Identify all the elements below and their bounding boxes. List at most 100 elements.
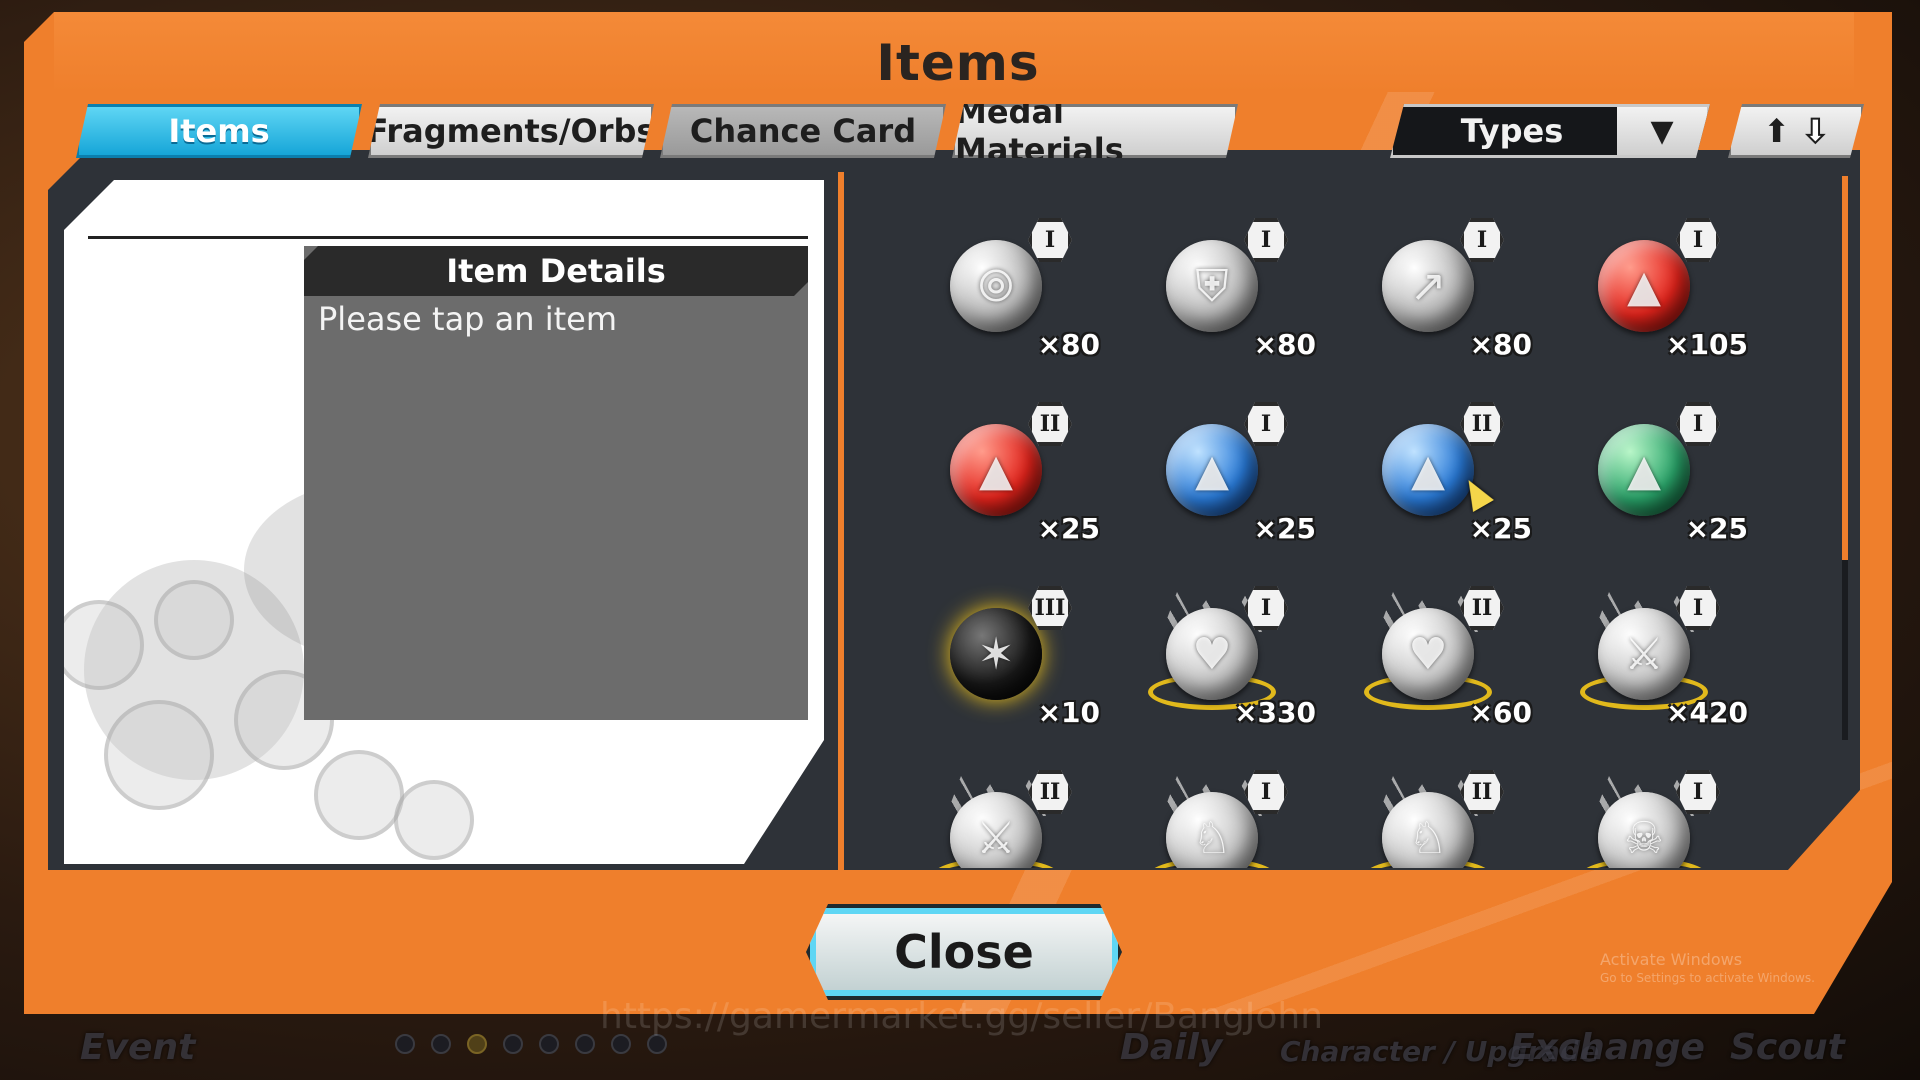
item-slot[interactable]: ☠ I — [1558, 746, 1758, 868]
item-quantity: ×25 — [1253, 512, 1316, 545]
decor-coin — [314, 750, 404, 840]
tab-chance-card[interactable]: Chance Card — [660, 104, 946, 158]
page-dot — [503, 1034, 523, 1054]
orb-glyph: ♥ — [1408, 628, 1448, 680]
item-slot[interactable]: ⚔ II — [910, 746, 1110, 868]
item-slot[interactable]: ⚔ I ×420 — [1558, 562, 1758, 732]
orb-glyph: ↗ — [1409, 260, 1447, 312]
tab-items[interactable]: Items — [76, 104, 362, 158]
arrow-up-icon: ⬆ — [1763, 112, 1790, 150]
watermark-text: https://gamermarket.gg/seller/BangJohn — [600, 996, 1324, 1037]
item-slot[interactable]: ⛨ I ×80 — [1126, 194, 1326, 364]
tier-badge: I — [1244, 402, 1288, 446]
tier-badge: II — [1028, 402, 1072, 446]
silver-boot-orb-icon: ↗ — [1382, 240, 1474, 332]
page-dot — [395, 1034, 415, 1054]
activate-windows-notice: Activate Windows Go to Settings to activ… — [1600, 950, 1815, 986]
orb-glyph: ⦾ — [978, 260, 1014, 312]
nav-scout[interactable]: Scout — [1730, 1027, 1845, 1068]
activate-windows-subtitle: Go to Settings to activate Windows. — [1600, 970, 1815, 985]
heart-medal-icon: ♥ — [1166, 608, 1258, 700]
orb-glyph: ⛨ — [1195, 260, 1229, 312]
item-details-text: Please tap an item — [318, 300, 618, 338]
item-quantity: ×25 — [1037, 512, 1100, 545]
page-dot-active — [467, 1034, 487, 1054]
orb-glyph: ▲ — [1195, 444, 1229, 496]
item-slot[interactable]: ♥ II ×60 — [1342, 562, 1542, 732]
orb-glyph: ⚔ — [1624, 628, 1664, 680]
tier-badge: I — [1244, 218, 1288, 262]
item-slot[interactable]: ⦾ I ×80 — [910, 194, 1110, 364]
item-details-header: Item Details — [304, 246, 808, 296]
item-slot[interactable]: ♥ I ×330 — [1126, 562, 1326, 732]
tab-fragments-orbs[interactable]: Fragments/Orbs — [368, 104, 654, 158]
tier-badge: I — [1676, 218, 1720, 262]
item-slot[interactable]: ▲ II ×25 — [910, 378, 1110, 548]
arrow-down-icon: ⬇ — [1802, 112, 1829, 150]
orb-glyph: ☠ — [1624, 812, 1664, 864]
green-orb-icon: ▲ — [1598, 424, 1690, 516]
item-quantity: ×60 — [1469, 696, 1532, 729]
tier-badge: III — [1028, 586, 1072, 630]
blue-orb-icon: ▲ — [1166, 424, 1258, 516]
item-slot[interactable]: ▲ I ×25 — [1558, 378, 1758, 548]
item-quantity: ×80 — [1469, 328, 1532, 361]
orb-glyph: ▲ — [1411, 444, 1445, 496]
red-orb-icon: ▲ — [1598, 240, 1690, 332]
item-quantity: ×330 — [1234, 696, 1316, 729]
orb-glyph: ♥ — [1192, 628, 1232, 680]
item-quantity: ×25 — [1685, 512, 1748, 545]
tier-badge: II — [1460, 402, 1504, 446]
tier-badge: I — [1676, 402, 1720, 446]
panel-divider-line — [88, 236, 808, 239]
item-slot[interactable]: ↗ I ×80 — [1342, 194, 1542, 364]
page-dot — [575, 1034, 595, 1054]
orb-glyph: ⚔ — [976, 812, 1016, 864]
activate-windows-title: Activate Windows — [1600, 950, 1743, 969]
orb-glyph: ♘ — [1192, 812, 1232, 864]
orb-glyph: ▲ — [979, 444, 1013, 496]
decor-coin — [394, 780, 474, 860]
orb-glyph: ▲ — [1627, 260, 1661, 312]
decor-coin — [154, 580, 234, 660]
item-quantity: ×10 — [1037, 696, 1100, 729]
page-dot — [539, 1034, 559, 1054]
silver-skill-orb-icon: ⦾ — [950, 240, 1042, 332]
scrollbar-thumb[interactable] — [1842, 176, 1848, 560]
nav-event[interactable]: Event — [80, 1027, 195, 1068]
page-dot — [611, 1034, 631, 1054]
item-quantity: ×80 — [1253, 328, 1316, 361]
tab-medal-materials[interactable]: Medal Materials — [952, 104, 1238, 158]
nav-exchange[interactable]: Exchange — [1510, 1027, 1705, 1068]
page-dot — [647, 1034, 667, 1054]
blue-orb-icon: ▲ — [1382, 424, 1474, 516]
item-slot[interactable]: ♘ I — [1126, 746, 1326, 868]
item-slot[interactable]: ▲ I ×105 — [1558, 194, 1758, 364]
heart-medal-icon: ♥ — [1382, 608, 1474, 700]
item-quantity: ×80 — [1037, 328, 1100, 361]
tier-badge: I — [1460, 218, 1504, 262]
types-filter-dropdown[interactable]: Types ▼ — [1390, 104, 1710, 158]
black-spark-orb-icon: ✶ — [950, 608, 1042, 700]
close-button[interactable]: Close — [806, 904, 1122, 1000]
page-dots — [395, 1034, 667, 1054]
decor-coin — [104, 700, 214, 810]
red-orb-icon: ▲ — [950, 424, 1042, 516]
page-dot — [431, 1034, 451, 1054]
sword-medal-icon: ⚔ — [1598, 608, 1690, 700]
item-slot[interactable]: ▲ II ×25 — [1342, 378, 1542, 548]
orb-glyph: ✶ — [977, 628, 1015, 680]
item-slot[interactable]: ♘ II — [1342, 746, 1542, 868]
sort-order-button[interactable]: ⬆ ⬇ — [1728, 104, 1864, 158]
triangle-down-icon[interactable]: ▼ — [1617, 107, 1707, 155]
item-quantity: ×105 — [1666, 328, 1748, 361]
tab-bar: Items Fragments/Orbs Chance Card Medal M… — [76, 104, 1238, 158]
silver-shield-orb-icon: ⛨ — [1166, 240, 1258, 332]
item-slot[interactable]: ✶ III ×10 — [910, 562, 1110, 732]
item-slot[interactable]: ▲ I ×25 — [1126, 378, 1326, 548]
dialog-title: Items — [876, 34, 1040, 92]
orb-glyph: ▲ — [1627, 444, 1661, 496]
panel-divider — [838, 172, 844, 870]
item-quantity: ×420 — [1666, 696, 1748, 729]
types-label: Types — [1460, 112, 1564, 150]
